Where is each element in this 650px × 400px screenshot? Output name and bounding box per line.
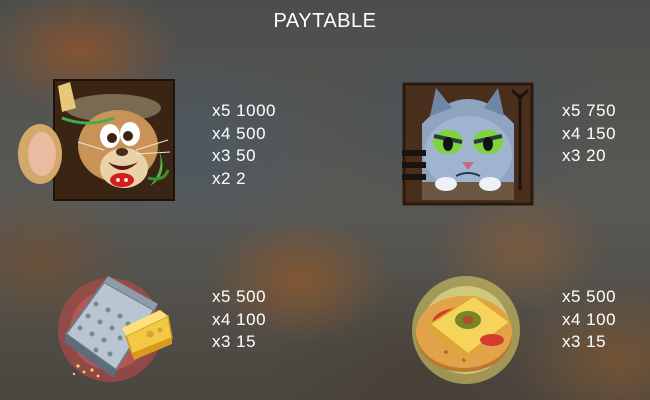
pay-row: x5 500 <box>562 287 617 306</box>
pay-row: x5 750 <box>562 101 617 120</box>
cracker-paytable: x5 500 x4 100 x3 15 <box>562 286 616 354</box>
cat-paytable: x5 750 x4 150 x3 20 <box>562 100 616 168</box>
pay-row: x5 500 <box>212 287 267 306</box>
page-title: PAYTABLE <box>273 10 377 32</box>
pay-row: x2 2 <box>212 168 247 188</box>
pay-row: x3 15 <box>562 332 607 351</box>
cat-symbol-icon <box>402 82 534 206</box>
pay-row: x4 150 <box>562 123 617 143</box>
cheese-grater-paytable: x5 500 x4 100 x3 15 <box>212 286 266 354</box>
mouse-paytable: x5 1000 x4 500 x3 50 x2 2 <box>212 100 276 190</box>
pay-row: x4 100 <box>562 309 617 329</box>
pay-row: x4 100 <box>212 309 267 329</box>
mouse-symbol-icon <box>18 79 175 201</box>
pay-row: x5 1000 <box>212 101 276 120</box>
cheese-grater-symbol-icon <box>58 276 173 382</box>
pay-row: x3 20 <box>562 146 607 165</box>
pay-row: x3 50 <box>212 146 257 165</box>
pay-row: x3 15 <box>212 332 257 351</box>
cracker-symbol-icon <box>412 276 520 384</box>
pay-row: x4 500 <box>212 123 267 143</box>
